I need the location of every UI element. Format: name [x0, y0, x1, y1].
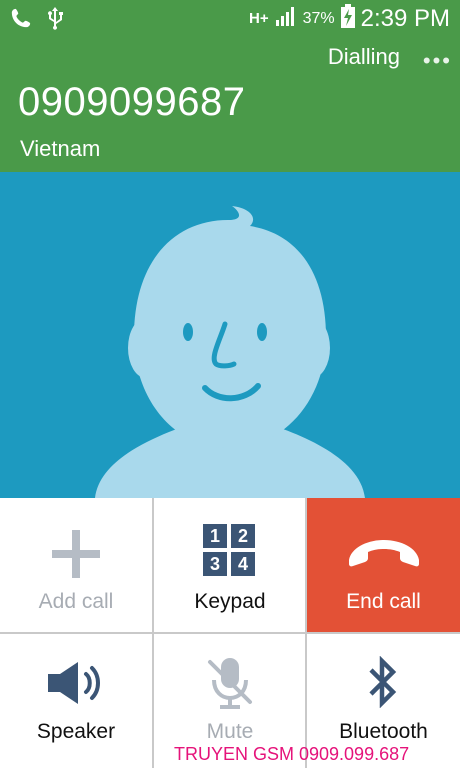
battery-percent: 37%	[302, 9, 335, 27]
speaker-button[interactable]: Speaker	[0, 634, 152, 768]
usb-icon	[46, 6, 64, 35]
clock: 2:39 PM	[360, 4, 450, 32]
add-call-button[interactable]: Add call	[0, 498, 152, 632]
keypad-icon: 1 2 3 4	[203, 524, 255, 576]
status-bar: H+ 37% 2:39 PM	[0, 0, 460, 36]
bluetooth-icon	[369, 656, 397, 708]
speaker-icon	[48, 662, 100, 704]
keypad-button[interactable]: 1 2 3 4 Keypad	[154, 498, 306, 632]
hang-up-icon	[349, 540, 419, 567]
default-avatar-icon	[95, 206, 365, 498]
call-controls: Add call 1 2 3 4 Keypad End call Speaker	[0, 498, 460, 768]
network-type-label: H+	[248, 9, 269, 27]
more-options-button[interactable]: •••	[423, 48, 452, 74]
keypad-digit: 1	[203, 524, 227, 548]
end-call-button[interactable]: End call	[307, 498, 460, 632]
status-right: H+ 37% 2:39 PM	[249, 4, 450, 33]
keypad-digit: 4	[231, 552, 255, 576]
keypad-label: Keypad	[194, 590, 266, 613]
watermark-text: TRUYEN GSM 0909.099.687	[174, 744, 410, 764]
plus-icon	[52, 530, 100, 578]
phone-number: 0909099687	[18, 80, 246, 124]
call-state: Dialling	[327, 44, 400, 69]
phone-call-icon	[10, 7, 32, 34]
contact-photo	[0, 172, 460, 498]
signal-icon	[275, 5, 297, 32]
microphone-muted-icon	[208, 658, 252, 709]
add-call-label: Add call	[38, 590, 114, 613]
bluetooth-label: Bluetooth	[339, 720, 428, 743]
divider	[0, 632, 460, 634]
speaker-label: Speaker	[36, 720, 116, 743]
keypad-digit: 2	[231, 524, 255, 548]
status-left	[10, 6, 64, 35]
keypad-digit: 3	[203, 552, 227, 576]
call-header: Dialling ••• 0909099687 Vietnam	[0, 36, 460, 172]
call-location: Vietnam	[20, 136, 101, 161]
battery-charging-icon	[340, 4, 355, 33]
end-call-label: End call	[346, 590, 421, 613]
network-type-icon: H+	[248, 9, 269, 27]
mute-label: Mute	[206, 720, 254, 743]
